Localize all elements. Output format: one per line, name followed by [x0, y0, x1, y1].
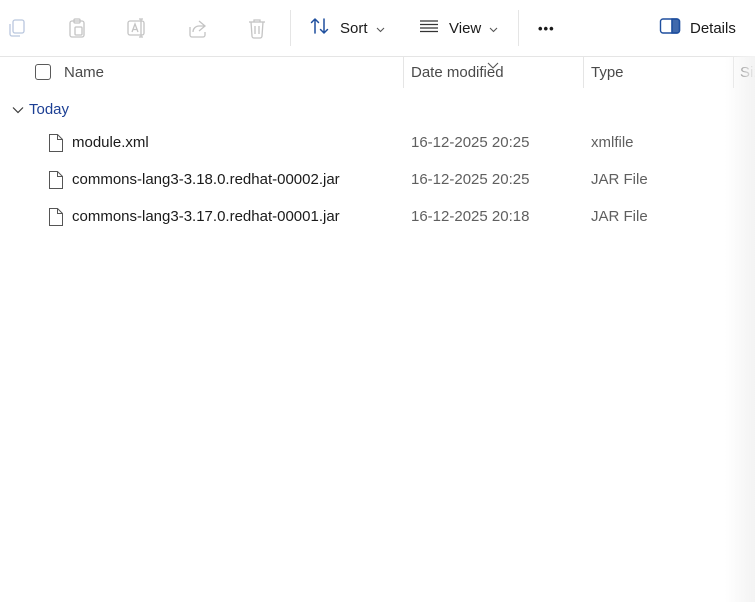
file-icon	[48, 133, 64, 158]
file-type: JAR File	[591, 208, 648, 225]
share-icon[interactable]	[185, 16, 209, 40]
select-all-checkbox[interactable]	[35, 64, 51, 80]
file-icon	[48, 170, 64, 195]
file-date-modified: 16-12-2025 20:18	[411, 208, 530, 225]
column-divider[interactable]	[403, 56, 404, 88]
file-type: JAR File	[591, 171, 648, 188]
details-pane-button[interactable]: Details	[659, 14, 736, 42]
paste-icon[interactable]	[65, 16, 89, 40]
sort-label: Sort	[340, 19, 368, 37]
sort-button[interactable]: Sort	[309, 14, 385, 42]
details-label: Details	[690, 19, 736, 37]
view-button[interactable]: View	[418, 14, 498, 42]
file-explorer-window: Sort View ••• Details Name Date modified…	[0, 0, 755, 602]
more-options-button[interactable]: •••	[538, 14, 555, 42]
details-pane-icon	[659, 17, 681, 39]
column-header-row: Name Date modified Type Siz	[0, 56, 755, 88]
file-name: commons-lang3-3.17.0.redhat-00001.jar	[72, 208, 340, 225]
file-row[interactable]: commons-lang3-3.17.0.redhat-00001.jar 16…	[0, 198, 755, 235]
group-label: Today	[29, 100, 70, 118]
file-type: xmlfile	[591, 134, 634, 151]
column-header-name[interactable]: Name	[64, 56, 104, 88]
toolbar-separator	[518, 10, 519, 46]
file-icon	[48, 207, 64, 232]
delete-icon[interactable]	[245, 16, 269, 40]
toolbar-separator	[290, 10, 291, 46]
chevron-down-icon	[376, 20, 385, 37]
column-header-date-modified[interactable]: Date modified	[411, 56, 504, 88]
chevron-down-icon	[489, 20, 498, 37]
file-row[interactable]: commons-lang3-3.18.0.redhat-00002.jar 16…	[0, 161, 755, 198]
more-icon: •••	[538, 20, 555, 36]
group-header-today[interactable]: Today	[12, 97, 69, 121]
file-name: module.xml	[72, 134, 149, 151]
file-name: commons-lang3-3.18.0.redhat-00002.jar	[72, 171, 340, 188]
column-divider[interactable]	[583, 56, 584, 88]
view-icon	[418, 15, 440, 41]
column-header-type[interactable]: Type	[591, 56, 624, 88]
column-divider[interactable]	[733, 56, 734, 88]
file-row[interactable]: module.xml 16-12-2025 20:25 xmlfile	[0, 124, 755, 161]
sort-icon	[309, 15, 331, 41]
file-date-modified: 16-12-2025 20:25	[411, 134, 530, 151]
rename-icon[interactable]	[125, 16, 149, 40]
column-header-size[interactable]: Siz	[740, 56, 755, 88]
command-bar: Sort View ••• Details	[0, 0, 755, 57]
chevron-down-icon	[12, 101, 24, 118]
copy-icon[interactable]	[5, 16, 29, 40]
view-label: View	[449, 19, 482, 37]
file-date-modified: 16-12-2025 20:25	[411, 171, 530, 188]
